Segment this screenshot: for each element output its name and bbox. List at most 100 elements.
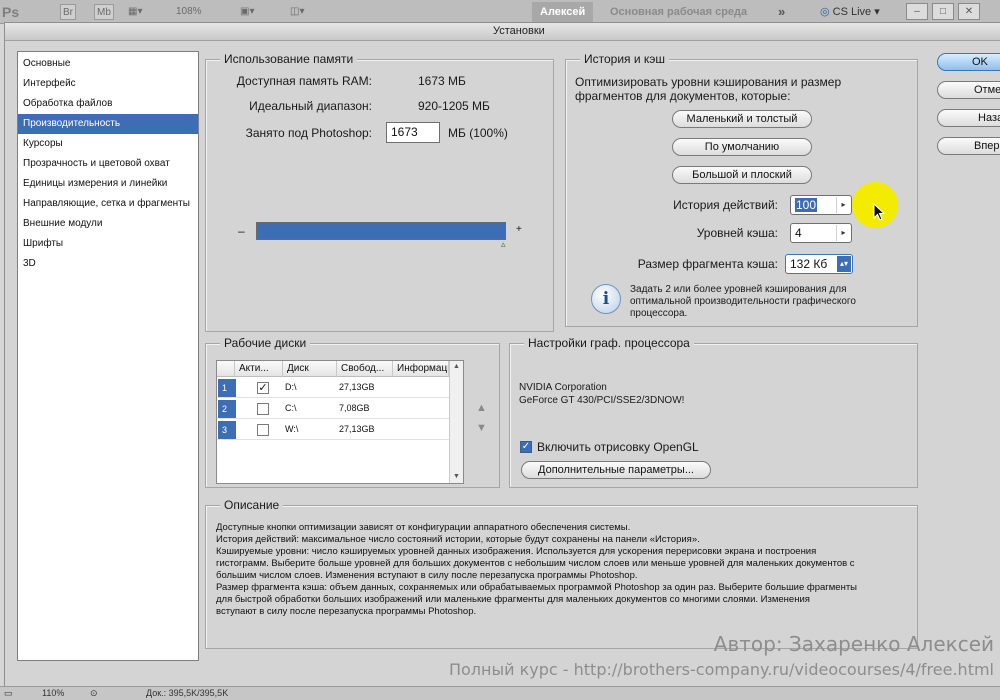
cache-levels-arrow-icon[interactable]: ▸	[836, 225, 850, 241]
memory-usage-group: Использование памяти Доступная память RA…	[205, 52, 554, 332]
scratch-disks-table: Акти... Диск Свобод... Информация 1 ✓ D:…	[216, 360, 464, 484]
tile-size-stepper-icon[interactable]: ▴▾	[837, 256, 851, 272]
extras-icon[interactable]: ◫▾	[290, 4, 304, 20]
author-watermark: Автор: Захаренко Алексей	[713, 632, 994, 656]
history-states-value: 100	[795, 198, 818, 212]
row-number: 1	[218, 379, 236, 397]
active-checkbox[interactable]: ✓	[257, 382, 269, 394]
table-scrollbar[interactable]: ▲ ▼	[449, 361, 463, 483]
sidebar-item-general[interactable]: Основные	[18, 54, 198, 74]
cancel-button[interactable]: Отмена	[937, 81, 1000, 99]
sidebar-item-cursors[interactable]: Курсоры	[18, 134, 198, 154]
dialog-title: Установки	[493, 25, 545, 37]
more-workspaces-icon[interactable]: »	[778, 4, 785, 20]
sidebar-item-units[interactable]: Единицы измерения и линейки	[18, 174, 198, 194]
cache-levels-input[interactable]: 4 ▸	[790, 223, 852, 243]
workspace-user-button[interactable]: Алексей	[532, 2, 594, 22]
photoshop-usage-label: Занято под Photoshop:	[245, 126, 372, 140]
tile-size-label: Размер фрагмента кэша:	[637, 257, 778, 271]
description-line: большим числом слоев. Изменения вступают…	[216, 570, 638, 581]
description-line: гистограмм. Выберите больше уровней для …	[216, 558, 855, 569]
sidebar-item-file-handling[interactable]: Обработка файлов	[18, 94, 198, 114]
maximize-button[interactable]: □	[932, 3, 954, 20]
history-states-label: История действий:	[673, 198, 778, 212]
back-button[interactable]: Назад	[937, 109, 1000, 127]
cache-intro-line2: фрагментов для документов, которые:	[575, 89, 791, 103]
available-ram-value: 1673 МБ	[418, 74, 466, 88]
description-line: Доступные кнопки оптимизации зависят от …	[216, 522, 631, 533]
description-group: Описание Доступные кнопки оптимизации за…	[205, 498, 918, 649]
free-cell: 27,13GB	[339, 424, 375, 434]
gpu-vendor: NVIDIA Corporation	[519, 382, 607, 393]
tile-size-select[interactable]: 132 Кб ▴▾	[785, 254, 853, 274]
disk-cell: C:\	[285, 403, 297, 413]
big-flat-button[interactable]: Большой и плоский	[672, 166, 812, 184]
gpu-settings-group: Настройки граф. процессора NVIDIA Corpor…	[509, 336, 918, 488]
status-zoom[interactable]: 110%	[42, 688, 64, 698]
cache-info-line3: процессора.	[630, 308, 688, 319]
status-settings-icon[interactable]: ⊙	[90, 688, 98, 699]
table-row[interactable]: 1 ✓ D:\ 27,13GB	[217, 378, 449, 398]
status-bar: ▭ 110% ⊙ Док.: 395,5K/395,5K	[0, 686, 1000, 700]
minimize-button[interactable]: –	[906, 3, 928, 20]
next-button[interactable]: Вперед	[937, 137, 1000, 155]
column-header-active[interactable]: Акти...	[235, 361, 283, 377]
table-row[interactable]: 3 W:\ 27,13GB	[217, 420, 449, 440]
column-header-disk[interactable]: Диск	[283, 361, 337, 377]
preferences-sidebar: Основные Интерфейс Обработка файлов Прои…	[17, 51, 199, 661]
screen-mode-icon[interactable]: ▣▾	[240, 4, 254, 20]
cache-levels-value: 4	[795, 226, 802, 240]
history-states-arrow-icon[interactable]: ▸	[836, 197, 850, 213]
photoshop-usage-input[interactable]: 1673	[386, 122, 440, 143]
preferences-dialog: Установки Основные Интерфейс Обработка ф…	[4, 22, 1000, 692]
row-number: 2	[218, 400, 236, 418]
active-checkbox[interactable]	[257, 424, 269, 436]
opengl-label: Включить отрисовку OpenGL	[537, 440, 699, 454]
arrange-icon[interactable]: ▦▾	[128, 4, 142, 20]
info-icon: i	[591, 284, 621, 314]
mini-bridge-button[interactable]: Mb	[94, 4, 114, 20]
bridge-button[interactable]: Br	[60, 4, 76, 20]
scroll-down-icon[interactable]: ▼	[450, 471, 463, 483]
advanced-settings-button[interactable]: Дополнительные параметры...	[521, 461, 711, 479]
sidebar-item-performance[interactable]: Производительность	[18, 114, 198, 134]
memory-slider-fill	[257, 223, 505, 239]
column-header-info[interactable]: Информация	[393, 361, 449, 377]
ok-button[interactable]: OK	[937, 53, 1000, 71]
sidebar-item-interface[interactable]: Интерфейс	[18, 74, 198, 94]
sidebar-item-transparency[interactable]: Прозрачность и цветовой охват	[18, 154, 198, 174]
close-window-button[interactable]: ✕	[958, 3, 980, 20]
tall-thin-button[interactable]: Маленький и толстый	[672, 110, 812, 128]
description-line: для быстрой обработки больших изображени…	[216, 594, 810, 605]
move-down-icon[interactable]: ▼	[476, 422, 487, 434]
memory-slider-handle[interactable]: ▵	[501, 239, 506, 250]
photoshop-usage-percent: МБ (100%)	[448, 126, 508, 140]
table-row[interactable]: 2 C:\ 7,08GB	[217, 399, 449, 419]
active-checkbox[interactable]	[257, 403, 269, 415]
sidebar-item-guides[interactable]: Направляющие, сетка и фрагменты	[18, 194, 198, 214]
workspace-essentials-button[interactable]: Основная рабочая среда	[610, 4, 747, 20]
opengl-checkbox[interactable]: ✓	[520, 441, 532, 453]
cs-live-button[interactable]: ◎ CS Live ▾	[820, 4, 880, 20]
slider-minus-label: –	[238, 224, 245, 238]
ideal-range-value: 920-1205 МБ	[418, 99, 490, 113]
memory-slider-track[interactable]	[256, 222, 506, 240]
sidebar-item-plugins[interactable]: Внешние модули	[18, 214, 198, 234]
zoom-level[interactable]: 108%	[176, 4, 202, 20]
scroll-up-icon[interactable]: ▲	[450, 361, 463, 373]
default-button[interactable]: По умолчанию	[672, 138, 812, 156]
column-header-free[interactable]: Свобод...	[337, 361, 393, 377]
description-title: Описание	[220, 498, 284, 512]
free-cell: 7,08GB	[339, 403, 370, 413]
description-line: Кэшируемые уровни: число кэшируемых уров…	[216, 546, 817, 557]
sidebar-item-3d[interactable]: 3D	[18, 254, 198, 274]
photoshop-logo: Ps	[2, 4, 20, 20]
scratch-disks-group: Рабочие диски Акти... Диск Свобод... Инф…	[205, 336, 500, 488]
cache-levels-label: Уровней кэша:	[696, 226, 778, 240]
status-doc-size: Док.: 395,5K/395,5K	[146, 688, 229, 698]
mouse-pointer-icon	[873, 203, 885, 221]
move-up-icon[interactable]: ▲	[476, 402, 487, 414]
history-states-input[interactable]: 100 ▸	[790, 195, 852, 215]
ideal-range-label: Идеальный диапазон:	[249, 99, 372, 113]
sidebar-item-type[interactable]: Шрифты	[18, 234, 198, 254]
